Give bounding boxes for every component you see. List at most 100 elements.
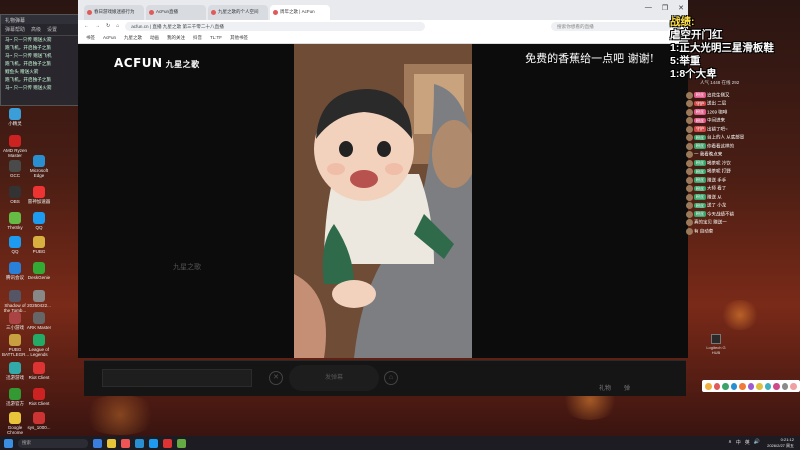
emote-icon[interactable] [730,382,738,390]
minimize-button[interactable]: — [645,4,652,12]
desktop-icon[interactable]: 小精灵 [2,108,28,126]
taskbar-app-icon[interactable] [107,438,116,448]
user-avatar [686,151,693,158]
search-input[interactable]: 搜索你想看的直播 [551,21,671,31]
taskbar-app-icon[interactable] [149,438,158,448]
bookmark-item[interactable]: TL:TF [210,35,222,40]
taskbar-app-icon[interactable] [93,438,102,448]
fan-badge: 粉丝 [694,109,706,115]
desktop-icon[interactable]: TheSky [2,212,28,230]
emote-icon[interactable] [713,382,721,390]
address-bar[interactable]: acfun.cn | 直播 九星之歌 第三千零二十八直播 [125,21,426,31]
clock[interactable]: 0:21:12 2026/2/27 周五 [767,437,794,448]
bookmark-item[interactable]: 动画 [150,35,159,41]
emote-icon[interactable] [722,382,729,390]
desktop-icon[interactable]: 腾讯会议 [2,262,28,280]
tray-icon[interactable]: 中 [736,439,741,446]
app-icon [33,334,45,346]
emote-icon[interactable] [705,382,712,390]
desktop-icon[interactable]: QQ [2,236,28,254]
desktop-icon[interactable]: sys_1000... [26,412,52,430]
logitech-ghub-icon[interactable]: Logitech G HUB [704,334,728,355]
emote-icon[interactable] [764,382,772,390]
bookmark-item[interactable]: 书签 [86,35,95,41]
gift-tab[interactable]: 礼物 [599,383,611,392]
emote-tray[interactable] [702,380,800,392]
desktop-icon[interactable]: QQ [26,212,52,230]
browser-tab[interactable]: 周年之歌 | AcFun [270,5,330,20]
bookmark-item[interactable]: 我的关注 [167,35,185,41]
danmu-item: 守护 送出 二层 [686,100,776,107]
taskbar-app-icon[interactable] [135,438,144,448]
emote-icon[interactable] [790,382,798,390]
close-button[interactable]: ✕ [678,4,684,12]
emote-icon[interactable] [781,382,789,390]
taskbar-search[interactable]: 搜索 [18,438,88,448]
bookmark-item[interactable]: 抖音 [193,35,202,41]
taskbar-app-icon[interactable] [177,438,186,448]
browser-tab[interactable]: 九星之歌的个人空间 [208,5,268,20]
desktop-icon[interactable]: Riot Client [26,388,52,406]
send-danmu-button[interactable]: 发弹幕 [289,365,379,391]
danmu-text: 真的宝贝 赠送一 [694,219,727,225]
player-watermark: 九星之歌 [173,264,201,271]
chat-tab[interactable]: 设置 [47,26,57,33]
bookmark-item[interactable]: 其他书签 [230,35,248,41]
danmu-tab[interactable]: 弹 [624,383,630,392]
live-player[interactable]: ACFUN 九星之歌 免费的香蕉给一点吧 谢谢! 九星之歌 [78,44,688,358]
taskbar-app-icon[interactable] [163,438,172,448]
danmu-item: 有 自动套 [686,227,776,235]
reload-icon[interactable]: ↻ [106,23,110,29]
chat-tab[interactable]: 弹幕帮助 [5,26,25,33]
windows-start-icon[interactable] [4,438,13,448]
danmu-input[interactable] [102,369,252,387]
desktop-icon[interactable]: 三小游戏 [2,312,28,330]
tray-icon[interactable]: ∧ [728,439,732,446]
desktop-icon[interactable]: 迅游游戏 [2,362,28,380]
danmu-item: 粉丝 送了 小龙 [686,202,776,209]
desktop-icon[interactable]: Shadow of the Tomb... [2,290,28,313]
user-avatar [686,210,693,218]
desktop-icon[interactable]: GCC [2,160,28,178]
gift-icon[interactable]: ✕ [269,371,283,385]
desktop-icon[interactable]: 20250422... [26,290,52,308]
desktop-icon[interactable]: PUBG BATTLEGR... [2,334,29,357]
desktop-icon[interactable]: AMD Ryzen Master [2,135,28,158]
desktop-icon[interactable]: 迅游官方 [2,388,28,406]
maximize-button[interactable]: ❐ [662,4,668,12]
home-icon[interactable]: ⌂ [116,23,119,29]
app-icon [9,362,21,374]
desktop-icon[interactable]: ARK Master [26,312,52,330]
desktop-icon[interactable]: League of Legends [26,334,52,357]
desktop-icon-label: League of Legends [28,347,50,357]
desktop-icon[interactable]: OBS [2,186,28,204]
browser-tab[interactable]: AcFun直播 [146,5,206,20]
app-icon [33,290,45,302]
emote-icon[interactable] [773,382,780,390]
desktop-icon[interactable]: Google Chrome [2,412,28,435]
desktop-icon-label: TheSky [7,225,23,230]
browser-tab[interactable]: 春日游戏娘迷惑行为 [84,5,144,20]
taskbar-app-icon[interactable] [121,438,130,448]
forward-icon[interactable]: → [95,23,100,29]
desktop-icon[interactable]: DeskGenie [26,262,52,280]
settings-icon[interactable]: ⌂ [384,371,398,385]
desktop-icon[interactable]: Riot Client [26,362,52,380]
back-icon[interactable]: ← [84,23,89,29]
window-controls: — ❐ ✕ [645,4,684,12]
desktop-icon[interactable]: Microsoft Edge [26,155,52,178]
chat-tab[interactable]: 高级 [31,26,41,33]
emote-icon[interactable] [739,382,746,390]
emote-icon[interactable] [747,382,755,390]
fan-badge: 守护 [694,126,706,132]
desktop-icon[interactable]: PUBG [26,236,52,254]
bookmark-item[interactable]: AcFun [103,35,116,40]
tray-icon[interactable]: 🔊 [754,439,760,446]
tray-icon[interactable]: 英 [745,439,750,446]
logitech-label: Logitech G HUB [706,345,726,355]
desktop-icon[interactable]: 雷神加速器 [26,186,52,204]
emote-icon[interactable] [756,382,763,390]
bookmark-item[interactable]: 九星之歌 [124,35,142,41]
overlay-line: 5:举重 [670,55,701,67]
danmu-item: 粉丝 台上的人 从底部冒 [686,134,776,141]
